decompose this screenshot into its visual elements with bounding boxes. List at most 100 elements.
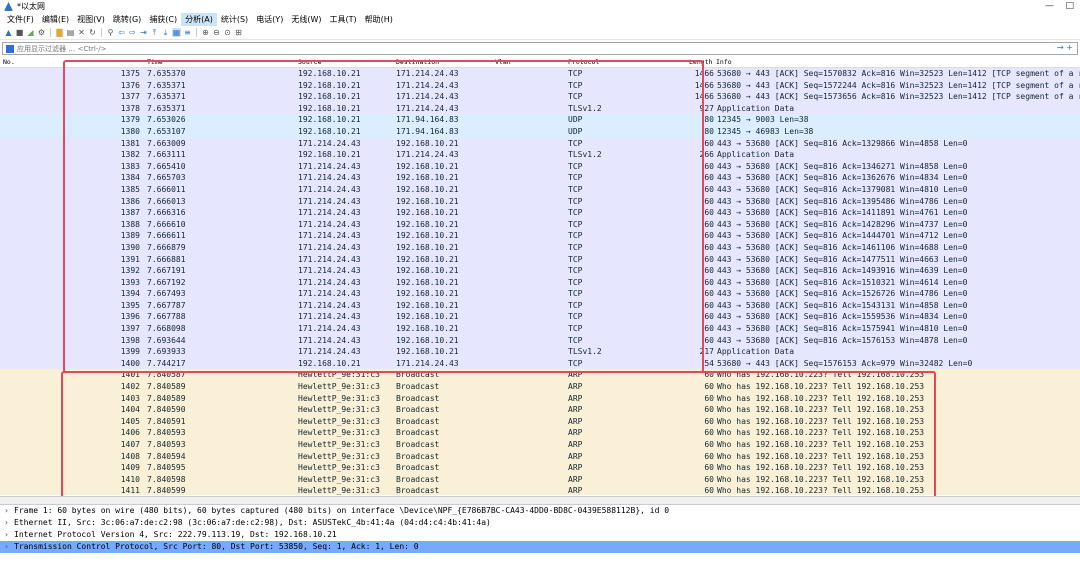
minimize-button[interactable]: — — [1045, 1, 1054, 11]
last-packet-icon[interactable]: ⤓ — [161, 28, 170, 37]
packet-list[interactable]: 1375 7.635370 192.168.10.21 171.214.24.43 TC… — [0, 68, 1080, 495]
menu-item[interactable]: 帮助(H) — [361, 13, 397, 26]
menu-item[interactable]: 捕获(C) — [145, 13, 181, 26]
packet-src: 171.214.24.43 — [298, 324, 361, 334]
packet-row[interactable]: 1397 7.668098 171.214.24.43 192.168.10.21 TC… — [0, 323, 1080, 335]
menu-item[interactable]: 分析(A) — [181, 13, 217, 26]
packet-row[interactable]: 1375 7.635370 192.168.10.21 171.214.24.43 TC… — [0, 68, 1080, 80]
packet-row[interactable]: 1378 7.635371 192.168.10.21 171.214.24.43 TL… — [0, 102, 1080, 115]
capture-options-icon[interactable]: ⚙ — [37, 28, 46, 37]
find-packet-icon[interactable]: ⚲ — [106, 28, 115, 37]
packet-row[interactable]: 1400 7.744217 192.168.10.21 171.214.24.43 TC… — [0, 357, 1080, 370]
auto-scroll-icon[interactable]: ▦ — [172, 28, 181, 37]
detail-tree-row[interactable]: › Internet Protocol Version 4, Src: 222.7… — [0, 529, 1080, 541]
expand-chevron-icon[interactable]: › — [4, 517, 14, 529]
expand-chevron-icon[interactable]: › — [4, 541, 14, 553]
packet-src: HewlettP_9e:31:c3 — [298, 382, 380, 392]
packet-row[interactable]: 1382 7.663111 192.168.10.21 171.214.24.43 TL… — [0, 149, 1080, 161]
packet-row[interactable]: 1379 7.653026 192.168.10.21 171.94.164.83 UD… — [0, 114, 1080, 126]
menu-item[interactable]: 无线(W) — [287, 13, 325, 26]
display-filter-input[interactable] — [17, 44, 1077, 53]
reload-file-icon[interactable]: ↻ — [88, 28, 97, 37]
menu-item[interactable]: 工具(T) — [325, 13, 360, 26]
packet-row[interactable]: 1404 7.840590 HewlettP_9e:31:c3 Broadcast AR… — [0, 404, 1080, 416]
bookmark-icon[interactable] — [6, 44, 14, 53]
packet-row[interactable]: 1388 7.666610 171.214.24.43 192.168.10.21 TC… — [0, 218, 1080, 231]
resize-columns-icon[interactable]: ⊞ — [234, 28, 243, 37]
packet-row[interactable]: 1383 7.665410 171.214.24.43 192.168.10.21 TC… — [0, 160, 1080, 173]
stop-capture-icon[interactable]: ■ — [15, 28, 24, 37]
packet-row[interactable]: 1407 7.840593 HewlettP_9e:31:c3 Broadcast AR… — [0, 439, 1080, 451]
expand-chevron-icon[interactable]: › — [4, 529, 14, 541]
shark-fin-start-icon[interactable]: ▲ — [4, 28, 13, 37]
packet-row[interactable]: 1384 7.665703 171.214.24.43 192.168.10.21 TC… — [0, 172, 1080, 184]
close-file-icon[interactable]: ✕ — [77, 28, 86, 37]
wireshark-fin-icon — [4, 2, 13, 11]
packet-row[interactable]: 1387 7.666316 171.214.24.43 192.168.10.21 TC… — [0, 207, 1080, 219]
packet-row[interactable]: 1391 7.666881 171.214.24.43 192.168.10.21 TC… — [0, 253, 1080, 266]
detail-tree-row[interactable]: › Transmission Control Protocol, Src Port… — [0, 541, 1080, 553]
packet-proto: TCP — [568, 242, 583, 252]
go-forward-icon[interactable]: ⇨ — [128, 28, 137, 37]
packet-row[interactable]: 1409 7.840595 HewlettP_9e:31:c3 Broadcast AR… — [0, 462, 1080, 474]
packet-row[interactable]: 1399 7.693933 171.214.24.43 192.168.10.21 TL… — [0, 346, 1080, 358]
packet-details-pane[interactable]: › Frame 1: 60 bytes on wire (480 bits), 6… — [0, 505, 1080, 563]
packet-dst: 192.168.10.21 — [396, 219, 459, 229]
menu-item[interactable]: 视图(V) — [73, 13, 109, 26]
detail-tree-row[interactable]: › Frame 1: 60 bytes on wire (480 bits), 6… — [0, 505, 1080, 517]
packet-row[interactable]: 1410 7.840598 HewlettP_9e:31:c3 Broadcast AR… — [0, 473, 1080, 486]
open-file-icon[interactable]: ▇ — [55, 28, 64, 37]
packet-row[interactable]: 1403 7.840589 HewlettP_9e:31:c3 Broadcast AR… — [0, 392, 1080, 405]
packet-row[interactable]: 1402 7.840589 HewlettP_9e:31:c3 Broadcast AR… — [0, 381, 1080, 393]
packet-row[interactable]: 1393 7.667192 171.214.24.43 192.168.10.21 TC… — [0, 276, 1080, 289]
apply-filter-arrow-icon[interactable]: → + — [1057, 43, 1073, 52]
packet-row[interactable]: 1392 7.667191 171.214.24.43 192.168.10.21 TC… — [0, 265, 1080, 277]
normal-size-icon[interactable]: ⊙ — [223, 28, 232, 37]
col-vlan[interactable]: Vlan — [495, 58, 511, 66]
detail-tree-row[interactable]: › Ethernet II, Src: 3c:06:a7:de:c2:98 (3c… — [0, 517, 1080, 529]
packet-info: Who has 192.168.10.223? Tell 192.168.10.… — [717, 451, 925, 461]
col-protocol[interactable]: Protocol — [568, 58, 599, 66]
packet-row[interactable]: 1385 7.666011 171.214.24.43 192.168.10.21 TC… — [0, 183, 1080, 196]
go-back-icon[interactable]: ⇦ — [117, 28, 126, 37]
packet-row[interactable]: 1386 7.666013 171.214.24.43 192.168.10.21 TC… — [0, 195, 1080, 208]
menu-item[interactable]: 统计(S) — [217, 13, 252, 26]
packet-row[interactable]: 1405 7.840591 HewlettP_9e:31:c3 Broadcast AR… — [0, 415, 1080, 428]
col-no[interactable]: No. — [3, 58, 15, 66]
packet-row[interactable]: 1389 7.666611 171.214.24.43 192.168.10.21 TC… — [0, 230, 1080, 242]
pane-splitter[interactable] — [0, 496, 1080, 505]
col-destination[interactable]: Destination — [396, 58, 439, 66]
maximize-button[interactable]: □ — [1065, 1, 1074, 11]
first-packet-icon[interactable]: ⤒ — [150, 28, 159, 37]
menu-item[interactable]: 文件(F) — [3, 13, 38, 26]
packet-row[interactable]: 1390 7.666879 171.214.24.43 192.168.10.21 TC… — [0, 241, 1080, 254]
colorize-icon[interactable]: ≡ — [183, 28, 192, 37]
packet-row[interactable]: 1394 7.667493 171.214.24.43 192.168.10.21 TC… — [0, 288, 1080, 300]
packet-info: Application Data — [717, 150, 795, 160]
restart-capture-icon[interactable]: ◢ — [26, 28, 35, 37]
packet-row[interactable]: 1406 7.840593 HewlettP_9e:31:c3 Broadcast AR… — [0, 427, 1080, 439]
col-info[interactable]: Info — [716, 58, 732, 66]
menu-item[interactable]: 跳转(G) — [109, 13, 145, 26]
packet-row[interactable]: 1380 7.653107 192.168.10.21 171.94.164.83 UD… — [0, 125, 1080, 138]
menu-item[interactable]: 电话(Y) — [252, 13, 287, 26]
expand-chevron-icon[interactable]: › — [4, 505, 14, 517]
zoom-in-icon[interactable]: ⊕ — [201, 28, 210, 37]
packet-row[interactable]: 1395 7.667787 171.214.24.43 192.168.10.21 TC… — [0, 299, 1080, 312]
col-length[interactable]: Length — [689, 58, 712, 66]
packet-row[interactable]: 1377 7.635371 192.168.10.21 171.214.24.43 TC… — [0, 91, 1080, 103]
packet-row[interactable]: 1398 7.693644 171.214.24.43 192.168.10.21 TC… — [0, 334, 1080, 347]
packet-time: 7.667192 — [147, 277, 186, 287]
col-source[interactable]: Source — [298, 58, 321, 66]
packet-row[interactable]: 1411 7.840599 HewlettP_9e:31:c3 Broadcast AR… — [0, 485, 1080, 495]
save-file-icon[interactable]: ▤ — [66, 28, 75, 37]
packet-row[interactable]: 1376 7.635371 192.168.10.21 171.214.24.43 TC… — [0, 79, 1080, 92]
packet-row[interactable]: 1396 7.667788 171.214.24.43 192.168.10.21 TC… — [0, 311, 1080, 324]
packet-row[interactable]: 1381 7.663009 171.214.24.43 192.168.10.21 TC… — [0, 137, 1080, 150]
packet-row[interactable]: 1401 7.840587 HewlettP_9e:31:c3 Broadcast AR… — [0, 369, 1080, 382]
go-to-packet-icon[interactable]: ⇥ — [139, 28, 148, 37]
col-time[interactable]: Time — [147, 58, 163, 66]
packet-row[interactable]: 1408 7.840594 HewlettP_9e:31:c3 Broadcast AR… — [0, 450, 1080, 463]
zoom-out-icon[interactable]: ⊖ — [212, 28, 221, 37]
menu-item[interactable]: 编辑(E) — [38, 13, 73, 26]
